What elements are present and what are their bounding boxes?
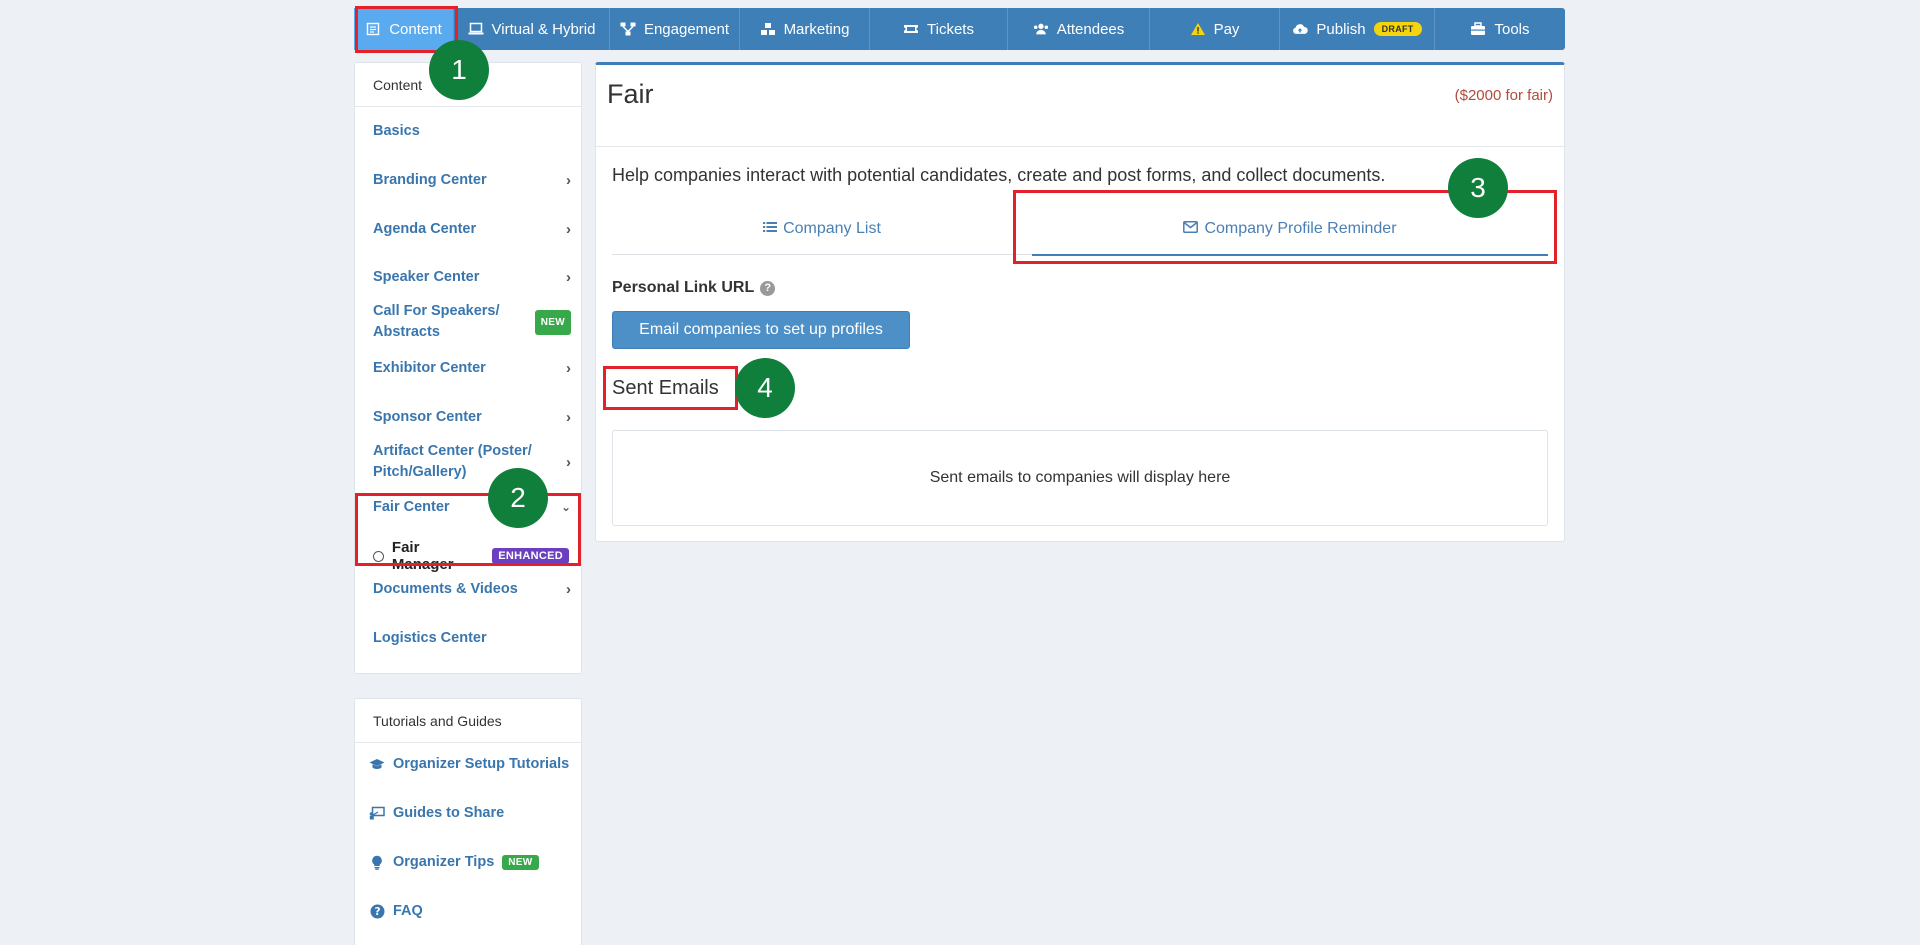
sidebar-item-label: Sponsor Center bbox=[373, 409, 482, 425]
nav-tab-attendees[interactable]: Attendees bbox=[1008, 8, 1150, 50]
toolbox-icon bbox=[1470, 21, 1486, 37]
nav-tab-publish[interactable]: Publish DRAFT bbox=[1280, 8, 1435, 50]
ticket-icon bbox=[903, 21, 919, 37]
chevron-right-icon: › bbox=[566, 221, 571, 238]
step-marker-3: 3 bbox=[1448, 158, 1508, 218]
title-divider bbox=[596, 146, 1564, 147]
guide-item-organizer-tips[interactable]: Organizer Tips NEW bbox=[369, 854, 571, 870]
sidebar-item-artifact-center[interactable]: Artifact Center (Poster/ Pitch/Gallery) … bbox=[373, 441, 571, 483]
sent-emails-empty-text: Sent emails to companies will display he… bbox=[929, 469, 1231, 486]
guides-header: Tutorials and Guides bbox=[355, 699, 581, 743]
nav-tab-engagement[interactable]: Engagement bbox=[610, 8, 740, 50]
sidebar-item-label: Branding Center bbox=[373, 172, 487, 188]
nav-tab-virtual-hybrid[interactable]: Virtual & Hybrid bbox=[454, 8, 610, 50]
nav-label: Tools bbox=[1494, 20, 1530, 38]
nav-label: Engagement bbox=[643, 20, 730, 38]
warning-icon bbox=[1190, 21, 1206, 37]
guide-item-label: Organizer Tips bbox=[393, 854, 495, 870]
sidebar-item-label: Speaker Center bbox=[373, 269, 480, 285]
highlight-box-sent-emails bbox=[603, 366, 738, 410]
list-icon bbox=[763, 220, 778, 238]
chevron-right-icon: › bbox=[566, 172, 571, 189]
sidebar-item-exhibitor-center[interactable]: Exhibitor Center › bbox=[373, 358, 571, 379]
chalkboard-icon bbox=[369, 805, 385, 821]
step-marker-2: 2 bbox=[488, 468, 548, 528]
help-icon[interactable]: ? bbox=[760, 280, 776, 296]
chevron-right-icon: › bbox=[566, 409, 571, 426]
personal-link-text: Personal Link URL bbox=[612, 279, 755, 296]
sent-emails-empty-state: Sent emails to companies will display he… bbox=[612, 430, 1548, 526]
guides-sidebar: Tutorials and Guides Organizer Setup Tut… bbox=[354, 698, 582, 945]
fair-panel: Fair ($2000 for fair) Help companies int… bbox=[595, 62, 1565, 542]
sidebar-item-label: Agenda Center bbox=[373, 221, 477, 237]
svg-text:?: ? bbox=[374, 906, 380, 918]
nav-label: Marketing bbox=[783, 20, 850, 38]
lightbulb-icon bbox=[369, 854, 385, 870]
sidebar-item-agenda-center[interactable]: Agenda Center › bbox=[373, 219, 571, 240]
nav-label: Attendees bbox=[1056, 20, 1125, 38]
new-badge: NEW bbox=[534, 309, 571, 335]
chevron-right-icon: › bbox=[566, 581, 571, 598]
nav-tab-pay[interactable]: Pay bbox=[1150, 8, 1280, 50]
new-badge: NEW bbox=[502, 854, 539, 870]
email-companies-button[interactable]: Email companies to set up profiles bbox=[612, 311, 910, 349]
cloud-upload-icon bbox=[1292, 21, 1309, 37]
tab-company-list[interactable]: Company List bbox=[612, 203, 1032, 255]
sidebar-item-basics[interactable]: Basics bbox=[373, 121, 571, 142]
sidebar-item-label: Logistics Center bbox=[373, 630, 487, 646]
sitemap-icon bbox=[620, 21, 636, 37]
nav-label: Tickets bbox=[927, 20, 974, 38]
users-icon bbox=[1033, 21, 1049, 37]
step-marker-4: 4 bbox=[735, 358, 795, 418]
guide-item-label: Guides to Share bbox=[393, 805, 505, 821]
nav-tab-marketing[interactable]: Marketing bbox=[740, 8, 870, 50]
guide-item-faq[interactable]: ? FAQ bbox=[369, 903, 571, 919]
sidebar-item-documents-videos[interactable]: Documents & Videos › bbox=[373, 579, 571, 600]
sidebar-item-call-for-speakers[interactable]: Call For Speakers/ Abstracts NEW bbox=[373, 301, 571, 343]
nav-tab-tickets[interactable]: Tickets bbox=[870, 8, 1008, 50]
guide-item-label: Organizer Setup Tutorials bbox=[393, 756, 570, 772]
nav-label: Publish bbox=[1316, 20, 1366, 38]
intro-text: Help companies interact with potential c… bbox=[612, 165, 1386, 185]
top-nav: Content Virtual & Hybrid Engagement Mark… bbox=[354, 8, 1565, 50]
nav-label: Pay bbox=[1213, 20, 1240, 38]
personal-link-url-label: Personal Link URL ? bbox=[612, 279, 776, 297]
question-circle-icon: ? bbox=[369, 903, 385, 919]
chevron-right-icon: › bbox=[566, 360, 571, 377]
price-label: ($2000 for fair) bbox=[1454, 87, 1553, 104]
laptop-icon bbox=[468, 21, 484, 37]
chevron-right-icon: › bbox=[566, 453, 571, 471]
sidebar-item-label: Call For Speakers/ Abstracts bbox=[373, 303, 500, 340]
sidebar-item-label: Basics bbox=[373, 123, 420, 139]
cubes-icon bbox=[760, 21, 776, 37]
tab-label: Company List bbox=[783, 220, 881, 237]
guide-item-organizer-setup-tutorials[interactable]: Organizer Setup Tutorials bbox=[369, 756, 571, 772]
nav-label: Virtual & Hybrid bbox=[491, 20, 596, 38]
graduation-cap-icon bbox=[369, 756, 385, 772]
sidebar-item-sponsor-center[interactable]: Sponsor Center › bbox=[373, 407, 571, 428]
nav-tab-tools[interactable]: Tools bbox=[1435, 8, 1565, 50]
guide-item-guides-to-share[interactable]: Guides to Share bbox=[369, 805, 571, 821]
sidebar-item-speaker-center[interactable]: Speaker Center › bbox=[373, 267, 571, 288]
sidebar-item-label: Documents & Videos bbox=[373, 581, 518, 597]
draft-badge: DRAFT bbox=[1373, 22, 1422, 36]
page-title: Fair bbox=[607, 79, 654, 109]
sidebar-item-label: Exhibitor Center bbox=[373, 360, 486, 376]
sidebar-item-branding-center[interactable]: Branding Center › bbox=[373, 170, 571, 191]
chevron-right-icon: › bbox=[566, 269, 571, 286]
content-sidebar: Content Basics Branding Center › Agenda … bbox=[354, 62, 582, 674]
sidebar-item-logistics-center[interactable]: Logistics Center bbox=[373, 628, 571, 649]
guide-item-label: FAQ bbox=[393, 903, 423, 919]
step-marker-1: 1 bbox=[429, 40, 489, 100]
